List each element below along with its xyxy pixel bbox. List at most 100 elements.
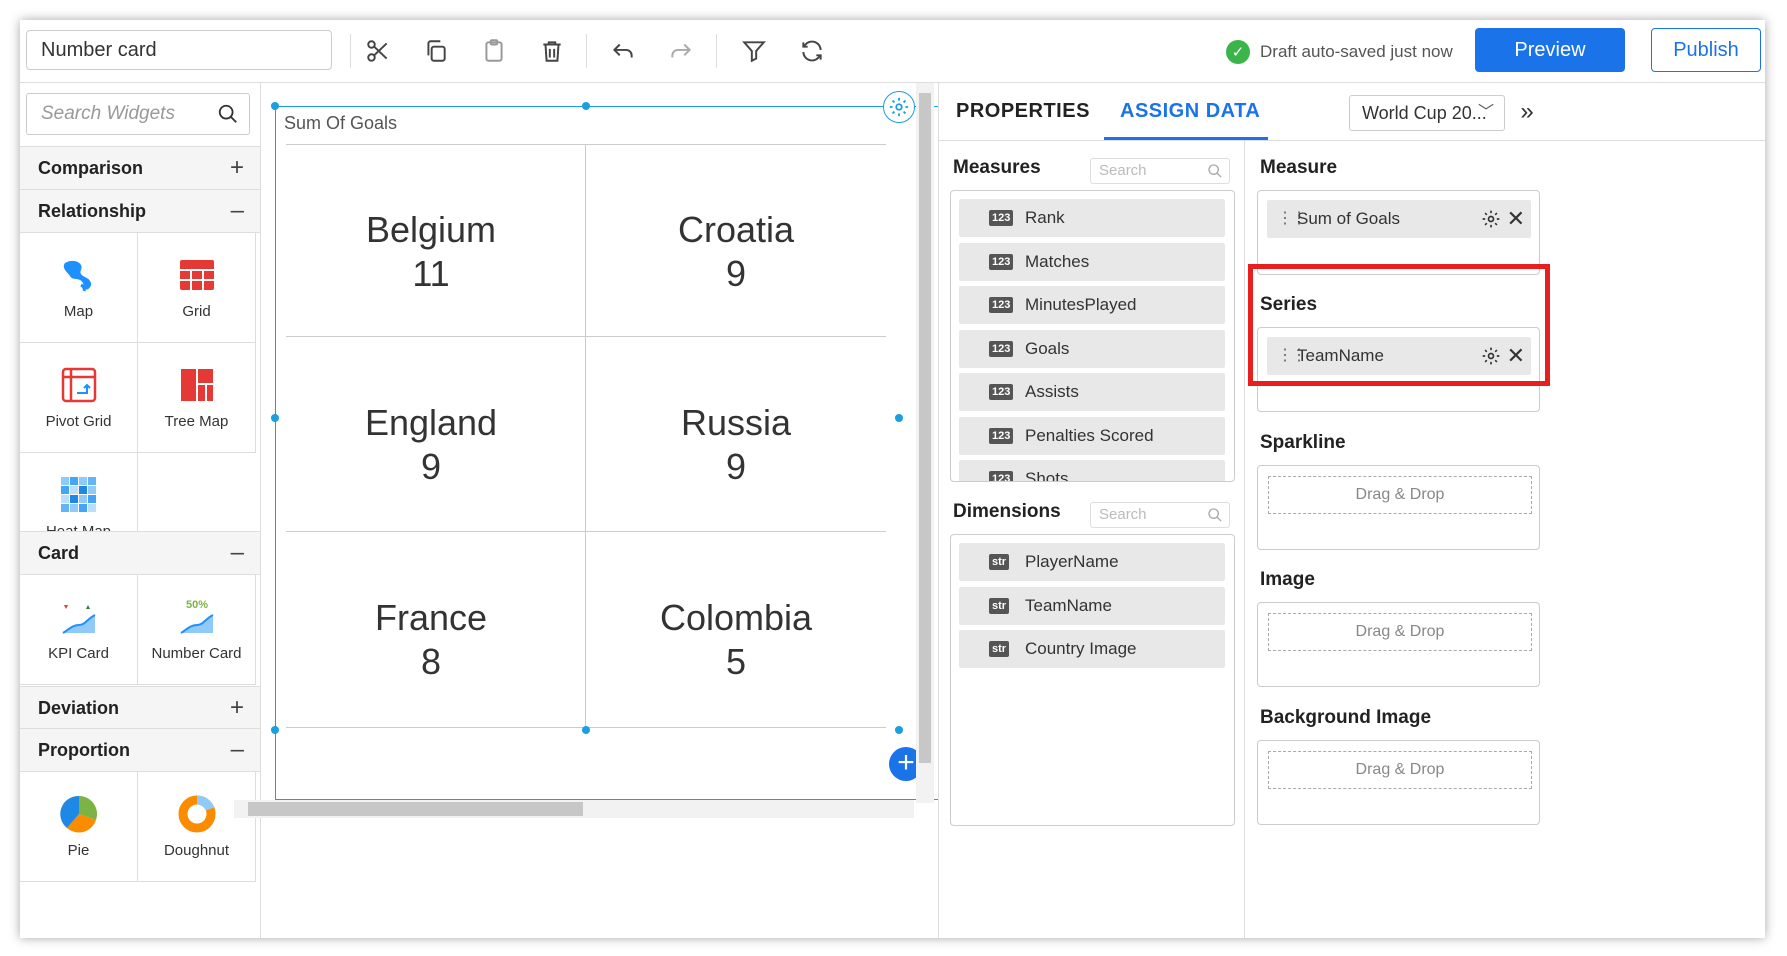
drag-drop-placeholder: Drag & Drop — [1268, 751, 1532, 789]
category-comparison[interactable]: Comparison + — [20, 146, 260, 190]
resize-handle[interactable] — [895, 726, 903, 734]
measure-field[interactable]: 123 Matches — [959, 243, 1225, 281]
pivot-grid-icon — [61, 367, 97, 403]
collapse-icon[interactable]: – — [231, 190, 244, 232]
close-icon[interactable]: ✕ — [1507, 200, 1525, 238]
expand-icon[interactable]: + — [230, 687, 244, 729]
panel-divider — [1244, 141, 1245, 938]
resize-handle[interactable] — [582, 102, 590, 110]
widget-doughnut[interactable]: Doughnut — [138, 772, 256, 882]
widget-map[interactable]: Map — [20, 233, 138, 343]
number-card-icon: 50% — [180, 599, 214, 634]
measure-field[interactable]: 123 Goals — [959, 330, 1225, 368]
kpi-card-icon — [62, 605, 96, 634]
widget-grid[interactable]: Grid — [138, 233, 256, 343]
publish-button[interactable]: Publish — [1651, 28, 1761, 72]
resize-handle[interactable] — [271, 726, 279, 734]
canvas-vertical-scrollbar[interactable] — [916, 83, 934, 803]
widget-number-card[interactable]: 50% Number Card — [138, 575, 256, 685]
scrollbar-thumb[interactable] — [919, 93, 931, 763]
search-icon[interactable] — [217, 103, 239, 125]
measure-field[interactable]: 123 Rank — [959, 199, 1225, 237]
sparkline-dropzone[interactable]: Drag & Drop — [1257, 465, 1540, 550]
background-image-dropzone[interactable]: Drag & Drop — [1257, 740, 1540, 825]
toolbar-divider — [350, 34, 351, 68]
widget-pie[interactable]: Pie — [20, 772, 138, 882]
resize-handle[interactable] — [271, 414, 279, 422]
tab-assign-data[interactable]: ASSIGN DATA — [1120, 83, 1260, 139]
dimensions-title: Dimensions — [953, 501, 1061, 522]
expand-icon[interactable]: + — [230, 147, 244, 189]
collapse-icon[interactable]: – — [231, 532, 244, 574]
tab-properties[interactable]: PROPERTIES — [956, 83, 1090, 139]
preview-button[interactable]: Preview — [1475, 28, 1625, 72]
measure-field[interactable]: 123 Shots — [959, 460, 1225, 481]
tree-map-icon — [181, 369, 213, 401]
measures-title: Measures — [953, 157, 1041, 178]
dimension-field[interactable]: str PlayerName — [959, 543, 1225, 581]
resize-handle[interactable] — [582, 726, 590, 734]
delete-icon[interactable] — [537, 36, 567, 66]
resize-handle[interactable] — [895, 414, 903, 422]
widget-kpi-card[interactable]: KPI Card — [20, 575, 138, 685]
canvas-horizontal-scrollbar[interactable] — [234, 800, 914, 818]
pie-icon — [60, 795, 98, 833]
sparkline-section-title: Sparkline — [1260, 432, 1346, 453]
measure-field[interactable]: 123 Penalties Scored — [959, 417, 1225, 455]
widget-settings-icon[interactable] — [883, 91, 915, 123]
properties-panel: PROPERTIES ASSIGN DATA World Cup 20... ﹀… — [938, 83, 1765, 938]
search-placeholder: Search Widgets — [41, 103, 175, 124]
chevron-down-icon: ﹀ — [1477, 104, 1494, 121]
measure-dropzone[interactable]: ⋮⋮ Sum of Goals ✕ — [1257, 190, 1540, 275]
number-card-item[interactable]: Russia 9 — [586, 337, 886, 549]
assigned-field-chip[interactable]: ⋮⋮ Sum of Goals ✕ — [1267, 200, 1531, 238]
doughnut-icon — [178, 795, 216, 833]
search-widgets-input[interactable]: Search Widgets — [26, 93, 250, 135]
number-card-item[interactable]: Croatia 9 — [586, 144, 886, 356]
number-card-widget[interactable]: Sum Of Goals Belgium 11 Croatia 9 Englan… — [275, 106, 965, 800]
search-icon — [1208, 164, 1222, 178]
filter-icon[interactable] — [739, 36, 769, 66]
dashboard-designer: Number card ✓ Draft auto-saved just now … — [20, 20, 1765, 938]
number-card-item[interactable]: Colombia 5 — [586, 532, 886, 744]
category-proportion[interactable]: Proportion – — [20, 728, 260, 772]
panel-divider — [939, 140, 1765, 141]
toolbar: Number card ✓ Draft auto-saved just now … — [20, 20, 1765, 83]
scrollbar-thumb[interactable] — [248, 802, 583, 816]
measure-field[interactable]: 123 MinutesPlayed — [959, 286, 1225, 324]
number-card-item[interactable]: France 8 — [276, 532, 586, 744]
dimension-field[interactable]: str TeamName — [959, 587, 1225, 625]
widget-pivot-grid[interactable]: Pivot Grid — [20, 343, 138, 453]
dimension-field[interactable]: str Country Image — [959, 630, 1225, 668]
measures-search-input[interactable]: Search — [1090, 158, 1230, 184]
collapse-icon[interactable]: – — [231, 729, 244, 771]
widget-name-input[interactable]: Number card — [26, 30, 332, 70]
heat-map-icon — [61, 477, 96, 512]
paste-icon[interactable] — [479, 36, 509, 66]
autosave-status: ✓ Draft auto-saved just now — [1226, 38, 1453, 66]
category-card[interactable]: Card – — [20, 531, 260, 575]
widget-tree-map[interactable]: Tree Map — [138, 343, 256, 453]
category-deviation[interactable]: Deviation + — [20, 686, 260, 730]
measure-field[interactable]: 123 Assists — [959, 373, 1225, 411]
refresh-icon[interactable] — [797, 36, 827, 66]
expand-panel-icon[interactable]: » — [1510, 95, 1544, 129]
copy-icon[interactable] — [421, 36, 451, 66]
cut-icon[interactable] — [363, 36, 393, 66]
category-relationship[interactable]: Relationship – — [20, 189, 260, 233]
image-dropzone[interactable]: Drag & Drop — [1257, 602, 1540, 687]
resize-handle[interactable] — [271, 102, 279, 110]
widget-palette: Search Widgets Comparison + Relationship… — [20, 83, 261, 938]
datasource-select[interactable]: World Cup 20... ﹀ — [1349, 95, 1505, 131]
number-card-item[interactable]: England 9 — [276, 337, 586, 549]
gear-icon[interactable] — [1481, 209, 1501, 229]
number-card-item[interactable]: Belgium 11 — [276, 144, 586, 356]
search-icon — [1208, 508, 1222, 522]
dimensions-list[interactable]: str PlayerName str TeamName str Country Ima… — [950, 534, 1235, 826]
widget-title: Sum Of Goals — [284, 113, 398, 133]
toolbar-divider — [716, 34, 717, 68]
dimensions-search-input[interactable]: Search — [1090, 502, 1230, 528]
measures-list[interactable]: 123 Rank 123 Matches 123 MinutesPlayed 123 G… — [950, 190, 1235, 482]
redo-icon[interactable] — [666, 36, 696, 66]
undo-icon[interactable] — [608, 36, 638, 66]
